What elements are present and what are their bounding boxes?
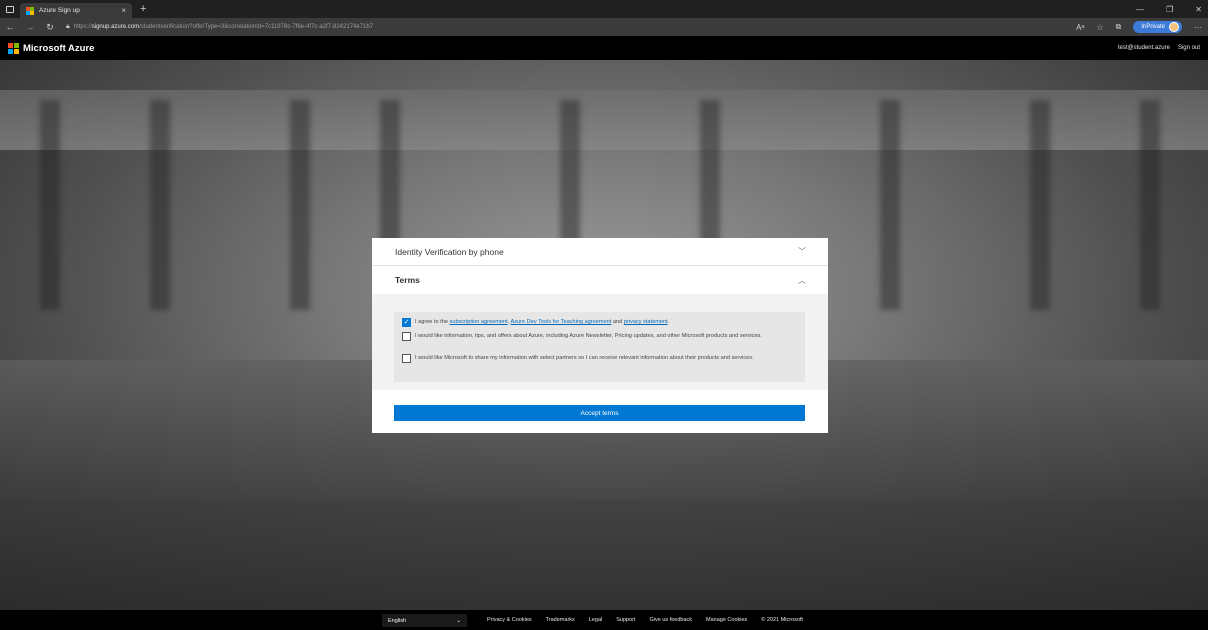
accept-terms-button[interactable]: Accept terms (394, 405, 805, 421)
close-window-icon[interactable]: ✕ (1195, 5, 1202, 14)
inprivate-label: InPrivate (1141, 24, 1165, 30)
microsoft-logo-icon (8, 42, 19, 54)
url-host: signup.azure.com (91, 24, 140, 30)
newsletter-checkbox[interactable] (402, 332, 411, 341)
agreement-checkbox[interactable]: ✓ (402, 318, 411, 327)
favorites-icon[interactable]: ☆ (1096, 23, 1103, 32)
browser-toolbar: Aᵃ ☆ ⧉ InPrivate ··· (1076, 18, 1202, 36)
azure-favicon-icon (26, 6, 34, 15)
language-select[interactable]: English ⌄ (382, 614, 467, 627)
window-controls: — ❐ ✕ (1136, 0, 1202, 18)
lock-icon: 🔒︎ (66, 23, 70, 30)
page-footer: English ⌄ Privacy & Cookies Trademarks L… (0, 610, 1208, 630)
identity-verification-section[interactable]: Identity Verification by phone ﹀ (372, 238, 828, 266)
address-input[interactable]: 🔒︎ https://signup.azure.com/studentverif… (66, 23, 373, 31)
refresh-icon[interactable]: ↻ (40, 22, 60, 33)
url-path: /studentverification?offerType=3&correla… (139, 24, 374, 30)
footer-link-legal[interactable]: Legal (589, 617, 602, 623)
partner-share-text: I would like Microsoft to share my infor… (415, 355, 754, 361)
agreement-checkbox-row: ✓ I agree to the subscription agreement,… (402, 318, 797, 327)
subscription-agreement-link[interactable]: subscription agreement (450, 319, 508, 325)
browser-tab[interactable]: Azure Sign up × (20, 3, 132, 18)
browser-tab-bar: Azure Sign up × + — ❐ ✕ (0, 0, 1208, 18)
newsletter-text: I would like information, tips, and offe… (415, 333, 762, 339)
terms-body: ✓ I agree to the subscription agreement,… (372, 294, 828, 390)
account-area: test@student.azure Sign out (1118, 36, 1200, 60)
sign-out-link[interactable]: Sign out (1178, 45, 1200, 51)
terms-checkbox-group: ✓ I agree to the subscription agreement,… (394, 312, 805, 382)
dev-tools-agreement-link[interactable]: Azure Dev Tools for Teaching agreement (511, 319, 612, 325)
language-value: English (388, 617, 407, 624)
profile-avatar (1169, 22, 1179, 32)
azure-header: Microsoft Azure test@student.azure Sign … (0, 36, 1208, 60)
accept-row: Accept terms (372, 390, 828, 433)
footer-link-feedback[interactable]: Give us feedback (650, 617, 693, 623)
chevron-down-icon: ﹀ (798, 247, 806, 256)
collections-icon[interactable]: ⧉ (1116, 22, 1122, 32)
brand-title[interactable]: Microsoft Azure (23, 43, 94, 54)
newsletter-checkbox-row: I would like information, tips, and offe… (402, 332, 797, 341)
footer-link-privacy[interactable]: Privacy & Cookies (487, 617, 532, 623)
terms-section-header[interactable]: Terms ︿ (372, 266, 828, 294)
footer-link-trademarks[interactable]: Trademarks (546, 617, 575, 623)
signup-card: Identity Verification by phone ﹀ Terms ︿… (372, 238, 828, 433)
more-icon[interactable]: ··· (1194, 23, 1202, 32)
back-icon[interactable]: ← (0, 22, 20, 32)
address-bar-row: ← → ↻ 🔒︎ https://signup.azure.com/studen… (0, 18, 1208, 36)
section-title: Terms (395, 275, 420, 285)
agreement-text: I agree to the subscription agreement, A… (415, 319, 670, 325)
tab-actions-button[interactable] (0, 0, 20, 18)
footer-link-manage-cookies[interactable]: Manage Cookies (706, 617, 747, 623)
privacy-statement-link[interactable]: privacy statement (624, 319, 668, 325)
url-prefix: https:// (73, 24, 92, 30)
chevron-up-icon: ︿ (798, 275, 806, 285)
tab-actions-icon (6, 5, 14, 13)
read-aloud-icon[interactable]: Aᵃ (1076, 23, 1084, 32)
partner-share-checkbox-row: I would like Microsoft to share my infor… (402, 354, 797, 363)
tab-close-icon[interactable]: × (121, 6, 126, 15)
footer-links: Privacy & Cookies Trademarks Legal Suppo… (487, 610, 803, 630)
new-tab-button[interactable]: + (140, 3, 146, 15)
chevron-down-icon: ⌄ (456, 617, 461, 624)
tab-title: Azure Sign up (39, 7, 80, 14)
account-email: test@student.azure (1117, 45, 1170, 51)
minimize-icon[interactable]: — (1136, 5, 1144, 14)
section-title: Identity Verification by phone (395, 246, 504, 257)
forward-icon[interactable]: → (20, 22, 40, 32)
inprivate-badge[interactable]: InPrivate (1133, 21, 1182, 33)
copyright: © 2021 Microsoft (761, 617, 803, 623)
footer-link-support[interactable]: Support (616, 617, 635, 623)
restore-icon[interactable]: ❐ (1166, 5, 1173, 14)
partner-share-checkbox[interactable] (402, 354, 411, 363)
